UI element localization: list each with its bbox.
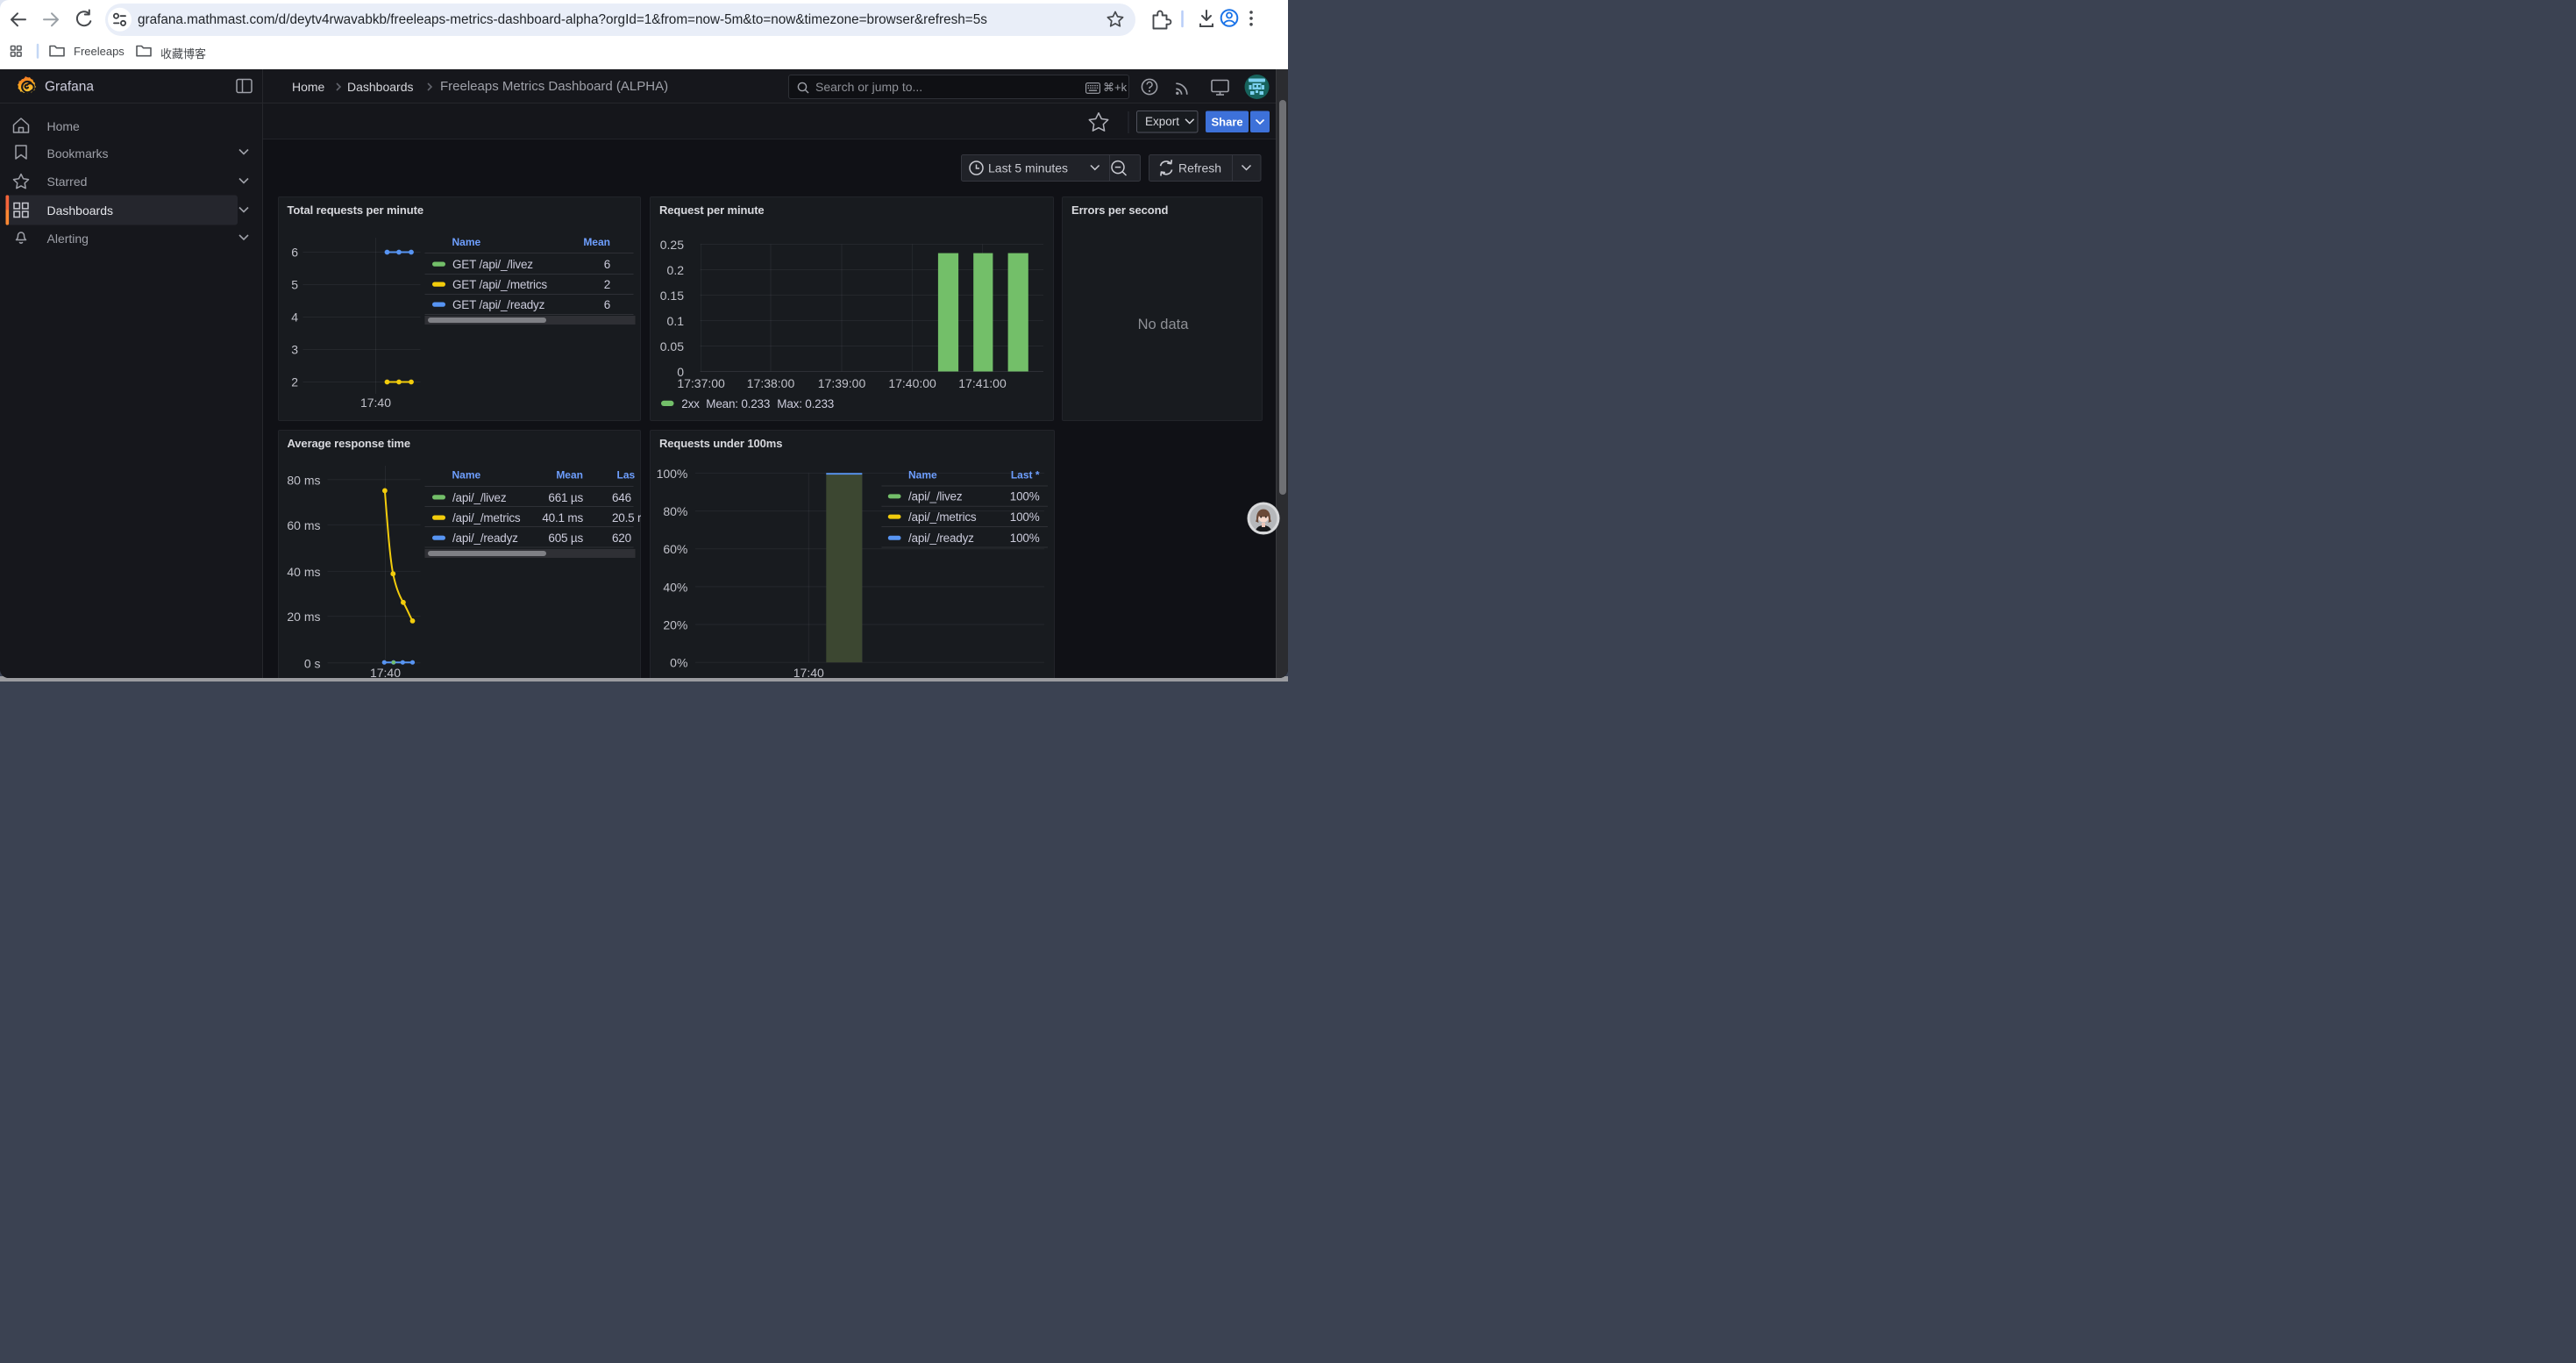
- svg-text:Last 5 minutes: Last 5 minutes: [988, 161, 1068, 175]
- svg-text:/api/_/readyz: /api/_/readyz: [452, 532, 518, 545]
- svg-text:20 ms: 20 ms: [287, 610, 320, 624]
- svg-text:/api/_/readyz: /api/_/readyz: [908, 532, 974, 545]
- svg-text:3: 3: [291, 343, 298, 357]
- svg-text:Name: Name: [452, 469, 480, 482]
- svg-text:GET /api/_/readyz: GET /api/_/readyz: [452, 298, 545, 311]
- svg-text:60%: 60%: [663, 542, 687, 556]
- svg-text:0%: 0%: [670, 656, 687, 670]
- svg-text:17:40: 17:40: [793, 666, 824, 678]
- svg-text:4: 4: [291, 310, 298, 325]
- svg-text:0.1: 0.1: [667, 314, 685, 328]
- svg-text:Max: 0.233: Max: 0.233: [777, 397, 834, 410]
- svg-text:17:38:00: 17:38:00: [747, 376, 795, 390]
- svg-text:Refresh: Refresh: [1178, 161, 1221, 175]
- svg-text:40 ms: 40 ms: [287, 565, 320, 579]
- svg-text:17:41:00: 17:41:00: [958, 376, 1007, 390]
- svg-text:Name: Name: [908, 469, 937, 482]
- svg-text:Mean: Mean: [556, 469, 583, 482]
- svg-text:GET /api/_/livez: GET /api/_/livez: [452, 258, 533, 271]
- svg-text:605 µs: 605 µs: [548, 532, 583, 545]
- svg-text:6: 6: [603, 298, 609, 311]
- svg-text:Grafana: Grafana: [45, 80, 94, 95]
- svg-text:/api/_/livez: /api/_/livez: [908, 490, 963, 503]
- svg-text:2xx: 2xx: [681, 397, 700, 410]
- svg-text:100%: 100%: [1010, 532, 1040, 545]
- svg-text:Las: Las: [616, 469, 635, 482]
- svg-text:Mean: 0.233: Mean: 0.233: [706, 397, 770, 410]
- svg-text:17:40:00: 17:40:00: [888, 376, 936, 390]
- svg-text:0.15: 0.15: [660, 289, 684, 303]
- svg-text:6: 6: [603, 258, 609, 271]
- svg-text:80 ms: 80 ms: [287, 473, 320, 487]
- svg-text:646: 646: [612, 491, 631, 504]
- svg-text:40.1 ms: 40.1 ms: [542, 511, 583, 525]
- svg-text:Export: Export: [1145, 115, 1179, 128]
- svg-text:20%: 20%: [663, 618, 687, 632]
- svg-text:17:37:00: 17:37:00: [677, 376, 725, 390]
- svg-text:Last *: Last *: [1011, 469, 1040, 482]
- svg-text:Mean: Mean: [583, 236, 610, 248]
- svg-text:2: 2: [603, 278, 609, 291]
- svg-text:6: 6: [291, 246, 298, 260]
- svg-text:60 ms: 60 ms: [287, 518, 320, 532]
- svg-text:0.2: 0.2: [667, 263, 685, 277]
- svg-text:/api/_/metrics: /api/_/metrics: [452, 511, 521, 525]
- svg-text:/api/_/livez: /api/_/livez: [452, 491, 507, 504]
- svg-text:2: 2: [291, 375, 298, 389]
- svg-text:620: 620: [612, 532, 631, 545]
- svg-text:100%: 100%: [1010, 490, 1040, 503]
- svg-text:Name: Name: [452, 236, 480, 248]
- svg-text:80%: 80%: [663, 504, 687, 518]
- svg-text:17:39:00: 17:39:00: [818, 376, 866, 390]
- svg-text:661 µs: 661 µs: [548, 491, 583, 504]
- svg-text:20.5 r: 20.5 r: [612, 511, 641, 525]
- svg-text:0 s: 0 s: [303, 656, 320, 670]
- svg-text:/api/_/metrics: /api/_/metrics: [908, 510, 977, 524]
- svg-text:17:40: 17:40: [369, 666, 400, 678]
- svg-text:0.25: 0.25: [660, 238, 684, 252]
- svg-text:GET /api/_/metrics: GET /api/_/metrics: [452, 278, 547, 291]
- svg-text:100%: 100%: [657, 467, 688, 481]
- svg-text:40%: 40%: [663, 580, 687, 594]
- svg-text:100%: 100%: [1010, 510, 1040, 524]
- svg-text:17:40: 17:40: [359, 396, 390, 410]
- svg-text:Share: Share: [1212, 115, 1243, 128]
- svg-text:5: 5: [291, 278, 298, 292]
- svg-text:0.05: 0.05: [660, 339, 684, 353]
